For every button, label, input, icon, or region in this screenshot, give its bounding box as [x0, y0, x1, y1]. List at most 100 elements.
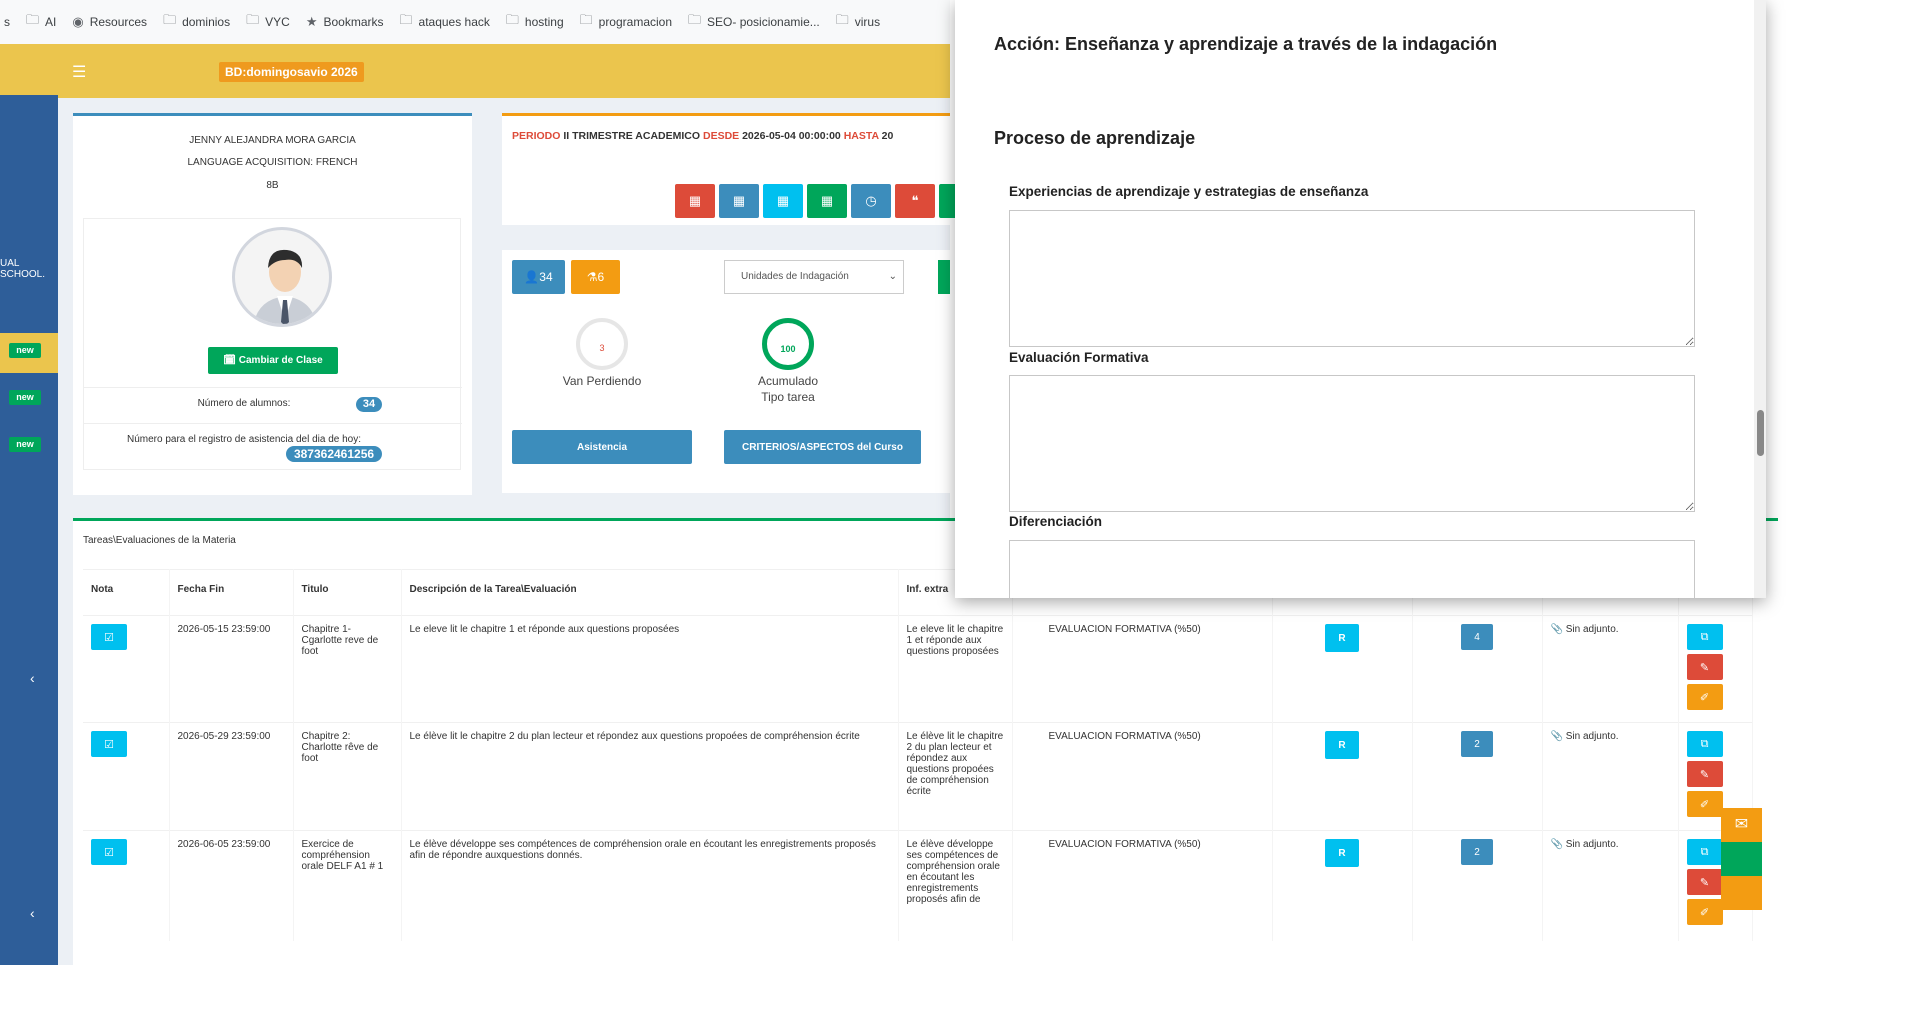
bookmark-item[interactable]: 🗀 ataques hack	[400, 11, 490, 33]
change-class-button[interactable]: 🗓 Cambiar de Clase	[208, 347, 338, 374]
attendance-label: Número para el registro de asistencia de…	[126, 434, 362, 445]
grid-blue-button[interactable]: ▦	[719, 184, 759, 218]
planning-modal: Acción: Enseñanza y aprendizaje a través…	[955, 0, 1766, 598]
subject-name: LANGUAGE ACQUISITION: FRENCH	[187, 157, 358, 168]
bookmark-label: Resources	[89, 15, 148, 29]
date-cell: 2026-05-29 23:59:00	[169, 722, 294, 831]
calendar-button[interactable]	[938, 260, 950, 294]
edit-button[interactable]: ✐	[1686, 684, 1723, 710]
new-badge: new	[9, 437, 41, 452]
r-cell: R	[1272, 722, 1413, 831]
delete-button[interactable]: ✎	[1686, 761, 1723, 787]
attendance-button[interactable]: Asistencia	[512, 430, 692, 464]
date-cell: 2026-05-15 23:59:00	[169, 615, 294, 723]
attachment-cell: 📎 Sin adjunto.	[1542, 615, 1679, 723]
attendance-code-badge: 387362461256	[286, 446, 382, 462]
bookmark-item[interactable]: s	[4, 15, 10, 29]
top-header: ☰ BD:domingosavio 2026	[0, 44, 950, 98]
bookmark-item[interactable]: 🗀 hosting	[506, 11, 564, 33]
stats-panel: 👤34 ⚗6 Unidades de Indagación ⌄ 3 Van Pe…	[502, 250, 950, 493]
copy-button[interactable]: ⧉	[1686, 624, 1723, 650]
r-cell: R	[1272, 615, 1413, 723]
green-float-button[interactable]	[1721, 842, 1762, 876]
r-button[interactable]: R	[1325, 839, 1359, 867]
new-badge: new	[9, 343, 41, 358]
orange-float-button[interactable]	[1721, 876, 1762, 910]
students-count-row: Número de alumnos: 34	[84, 387, 462, 423]
associates-cell: 4	[1412, 615, 1543, 723]
scrollbar-thumb[interactable]	[1757, 410, 1764, 456]
column-header: Descripción de la Tarea\Evaluación	[401, 569, 899, 616]
date-cell: 2026-06-05 23:59:00	[169, 830, 294, 941]
edit-button[interactable]: ✐	[1686, 791, 1723, 817]
grid-green-button[interactable]: ▦	[807, 184, 847, 218]
bookmark-item[interactable]: 🗀 VYC	[246, 11, 290, 33]
extra-info-cell: Le élève développe ses compétences de co…	[898, 830, 1013, 941]
losing-knob: 3	[576, 318, 628, 370]
learning-process-title: Proceso de aprendizaje	[994, 128, 1196, 148]
students-chip[interactable]: 👤34	[512, 260, 565, 294]
tasks-chip[interactable]: ⚗6	[571, 260, 620, 294]
sidebar: UAL SCHOOL. new new new ‹ ‹	[0, 95, 58, 965]
eraser-icon: ✎	[1699, 768, 1710, 781]
database-badge: BD:domingosavio 2026	[219, 62, 364, 82]
formative-assessment-textarea[interactable]	[1009, 375, 1695, 512]
bookmark-item[interactable]: 🗀 dominios	[163, 11, 230, 33]
new-badge: new	[9, 390, 41, 405]
bookmark-label: ataques hack	[418, 15, 490, 29]
criteria-button[interactable]: CRITERIOS/ASPECTOS del Curso	[724, 430, 921, 464]
title-cell: Chapitre 1- Cgarlotte reve de foot	[293, 615, 402, 723]
history-button[interactable]: ◷	[851, 184, 891, 218]
edit-check-icon: ☑	[104, 738, 114, 751]
table-icon: ▦	[776, 193, 790, 208]
clock-icon: ◷	[865, 193, 877, 208]
associates-button[interactable]: 2	[1461, 731, 1493, 757]
grade-button[interactable]: ☑	[91, 731, 127, 757]
edit-button[interactable]: ✐	[1686, 899, 1723, 925]
bookmark-item[interactable]: ★ Bookmarks	[306, 14, 384, 30]
inquiry-units-value: Unidades de Indagación	[741, 271, 849, 282]
delete-button[interactable]: ✎	[1686, 654, 1723, 680]
folder-icon: 🗀	[688, 12, 702, 27]
differentiation-textarea[interactable]	[1009, 540, 1695, 598]
bookmark-item[interactable]: 🗀 SEO- posicionamie...	[688, 11, 820, 33]
associates-button[interactable]: 2	[1461, 839, 1493, 865]
copy-button[interactable]: ⧉	[1686, 839, 1723, 865]
user-icon: 👤	[524, 270, 540, 284]
chevron-left-icon[interactable]: ‹	[30, 905, 35, 921]
bookmark-item[interactable]: 🗀 programacion	[580, 11, 672, 33]
bookmark-item[interactable]: 🗀 AI	[26, 11, 56, 33]
bookmark-item[interactable]: 🗀 virus	[836, 11, 880, 33]
grade-cell: ☑	[83, 830, 170, 941]
column-header: Fecha Fin	[169, 569, 294, 616]
paperclip-icon: 📎	[1550, 624, 1563, 635]
quote-icon: ❝	[911, 193, 919, 208]
extra-info-cell: Le élève lit le chapitre 2 du plan lecte…	[898, 722, 1013, 831]
mail-float-button[interactable]: ✉	[1721, 808, 1762, 842]
bookmark-label: VYC	[265, 15, 290, 29]
students-count-badge: 34	[356, 397, 382, 412]
menu-toggle-icon[interactable]: ☰	[72, 62, 86, 82]
grid-aqua-button[interactable]: ▦	[763, 184, 803, 218]
r-button[interactable]: R	[1325, 731, 1359, 759]
copy-icon: ⧉	[1700, 737, 1709, 750]
differentiation-label: Diferenciación	[1009, 514, 1103, 529]
quote-button[interactable]: ❝	[895, 184, 935, 218]
grid-red-button[interactable]: ▦	[675, 184, 715, 218]
bookmark-item[interactable]: ◉ Resources	[72, 14, 147, 30]
tasks-chip-value: 6	[597, 270, 605, 284]
chevron-left-icon[interactable]: ‹	[30, 670, 35, 686]
grade-cell: ☑	[83, 615, 170, 723]
table-icon: ▦	[820, 193, 834, 208]
losing-value: 3	[599, 343, 605, 353]
grade-button[interactable]: ☑	[91, 839, 127, 865]
learning-experiences-textarea[interactable]	[1009, 210, 1695, 347]
copy-button[interactable]: ⧉	[1686, 731, 1723, 757]
delete-button[interactable]: ✎	[1686, 869, 1723, 895]
modal-scrollbar[interactable]	[1754, 0, 1766, 598]
r-button[interactable]: R	[1325, 624, 1359, 652]
associates-button[interactable]: 4	[1461, 624, 1493, 650]
inquiry-units-select[interactable]: Unidades de Indagación ⌄	[724, 260, 904, 294]
attachment-cell: 📎 Sin adjunto.	[1542, 830, 1679, 941]
grade-button[interactable]: ☑	[91, 624, 127, 650]
